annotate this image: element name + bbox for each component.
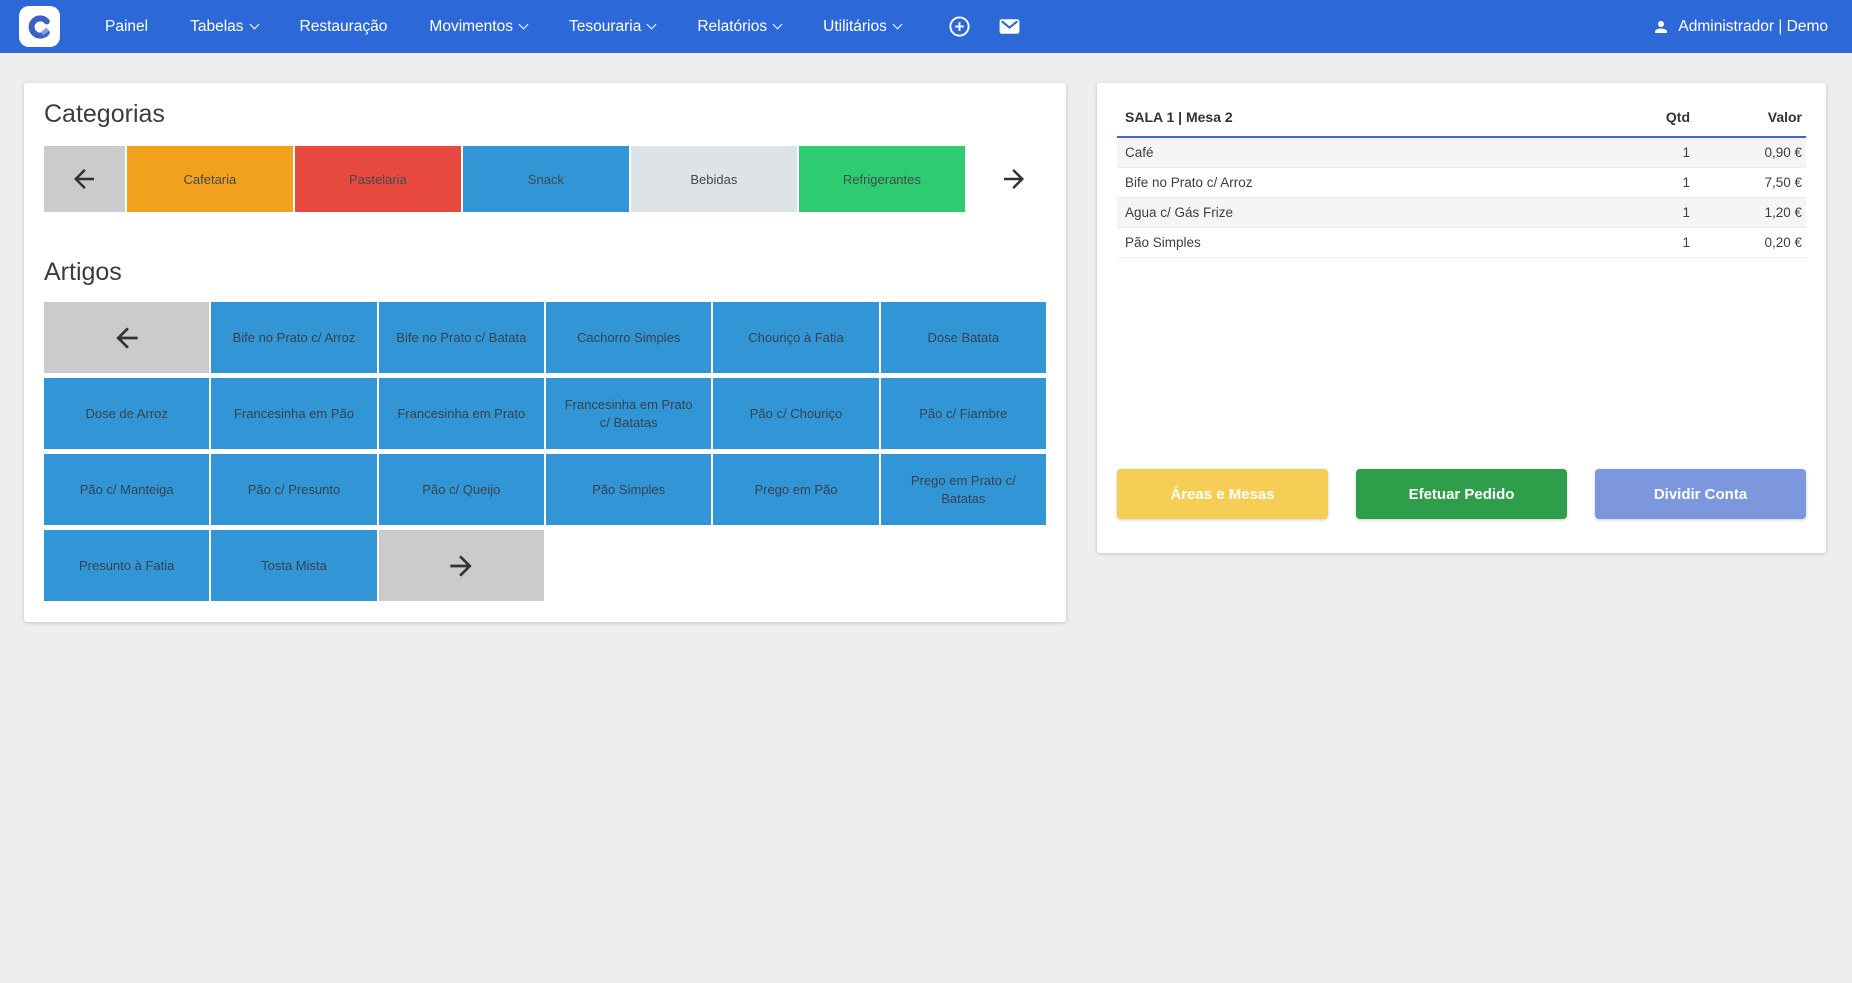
user-label: Administrador | Demo: [1678, 18, 1828, 36]
arrow-right-icon: [999, 164, 1029, 194]
nav-item-label: Restauração: [300, 18, 388, 36]
mail-icon: [997, 14, 1022, 39]
arrow-right-icon: [445, 550, 477, 582]
chevron-down-icon: [647, 20, 657, 30]
areas-e-mesas-button[interactable]: Áreas e Mesas: [1117, 469, 1328, 519]
order-row[interactable]: Café10,90 €: [1117, 138, 1806, 168]
g-logo-icon: [25, 12, 55, 42]
order-row[interactable]: Pão Simples10,20 €: [1117, 228, 1806, 258]
chevron-down-icon: [519, 20, 529, 30]
nav-item-tesouraria[interactable]: Tesouraria: [548, 0, 676, 53]
mail-button[interactable]: [997, 14, 1022, 39]
categories-title: Categorias: [44, 100, 1046, 129]
nav-item-painel[interactable]: Painel: [84, 0, 169, 53]
qty-column-header: Qtd: [1598, 109, 1690, 125]
order-row[interactable]: Agua c/ Gás Frize11,20 €: [1117, 198, 1806, 228]
articles-prev-button[interactable]: [44, 302, 209, 373]
chevron-down-icon: [773, 20, 783, 30]
nav-item-label: Painel: [105, 18, 148, 36]
navbar: Painel Tabelas Restauração Movimentos Tesour…: [0, 0, 1852, 53]
order-item-qty: 1: [1598, 145, 1690, 160]
article-button-pao-c-queijo[interactable]: Pão c/ Queijo: [379, 454, 544, 525]
nav-item-tabelas[interactable]: Tabelas: [169, 0, 278, 53]
order-table-title: SALA 1 | Mesa 2: [1125, 109, 1598, 125]
order-row[interactable]: Bife no Prato c/ Arroz17,50 €: [1117, 168, 1806, 198]
category-button-cafetaria[interactable]: Cafetaria: [127, 146, 293, 212]
categories-prev-button[interactable]: [44, 146, 125, 212]
article-button-prego-em-pao[interactable]: Prego em Pão: [713, 454, 878, 525]
category-buttons: CafetariaPastelariaSnackBebidasRefrigera…: [127, 146, 965, 212]
order-item-value: 0,20 €: [1690, 235, 1802, 250]
articles-next-button[interactable]: [379, 530, 544, 601]
category-button-bebidas[interactable]: Bebidas: [631, 146, 797, 212]
user-menu[interactable]: Administrador | Demo: [1652, 18, 1828, 36]
nav-item-label: Utilitários: [823, 18, 887, 36]
article-button-francesinha-em-prato-c-batatas[interactable]: Francesinha em Prato c/ Batatas: [546, 378, 711, 449]
order-table-header: SALA 1 | Mesa 2 Qtd Valor: [1117, 103, 1806, 138]
article-button-bife-no-prato-c-arroz[interactable]: Bife no Prato c/ Arroz: [211, 302, 376, 373]
dividir-conta-button[interactable]: Dividir Conta: [1595, 469, 1806, 519]
article-button-pao-simples[interactable]: Pão Simples: [546, 454, 711, 525]
article-button-francesinha-em-prato[interactable]: Francesinha em Prato: [379, 378, 544, 449]
order-item-value: 7,50 €: [1690, 175, 1802, 190]
category-button-refrigerantes[interactable]: Refrigerantes: [799, 146, 965, 212]
categories-row: CafetariaPastelariaSnackBebidasRefrigera…: [44, 146, 1046, 212]
nav-item-movimentos[interactable]: Movimentos: [408, 0, 548, 53]
value-column-header: Valor: [1690, 109, 1802, 125]
order-item-qty: 1: [1598, 205, 1690, 220]
article-button-bife-no-prato-c-batata[interactable]: Bife no Prato c/ Batata: [379, 302, 544, 373]
arrow-left-icon: [111, 322, 143, 354]
order-actions: Áreas e Mesas Efetuar Pedido Dividir Conta: [1117, 469, 1806, 519]
article-button-pao-c-manteiga[interactable]: Pão c/ Manteiga: [44, 454, 209, 525]
article-button-tosta-mista[interactable]: Tosta Mista: [211, 530, 376, 601]
article-button-dose-de-arroz[interactable]: Dose de Arroz: [44, 378, 209, 449]
nav-item-label: Tabelas: [190, 18, 243, 36]
add-circle-icon: [948, 15, 971, 38]
chevron-down-icon: [249, 20, 259, 30]
chevron-down-icon: [892, 20, 902, 30]
article-button-cachorro-simples[interactable]: Cachorro Simples: [546, 302, 711, 373]
order-panel: SALA 1 | Mesa 2 Qtd Valor Café10,90 €Bif…: [1097, 83, 1826, 553]
article-button-francesinha-em-pao[interactable]: Francesinha em Pão: [211, 378, 376, 449]
articles-title: Artigos: [44, 258, 1046, 287]
article-button-pao-c-fiambre[interactable]: Pão c/ Fiambre: [881, 378, 1046, 449]
order-item-name: Pão Simples: [1125, 235, 1598, 250]
order-item-value: 1,20 €: [1690, 205, 1802, 220]
order-item-qty: 1: [1598, 235, 1690, 250]
article-button-pao-c-chourico[interactable]: Pão c/ Chouriço: [713, 378, 878, 449]
nav-menu: Painel Tabelas Restauração Movimentos Tesour…: [84, 0, 922, 53]
efetuar-pedido-button[interactable]: Efetuar Pedido: [1356, 469, 1567, 519]
category-button-snack[interactable]: Snack: [463, 146, 629, 212]
order-item-name: Café: [1125, 145, 1598, 160]
order-item-value: 0,90 €: [1690, 145, 1802, 160]
article-button-chourico-a-fatia[interactable]: Chouriço à Fatia: [713, 302, 878, 373]
arrow-left-icon: [69, 164, 99, 194]
category-button-pastelaria[interactable]: Pastelaria: [295, 146, 461, 212]
order-item-qty: 1: [1598, 175, 1690, 190]
nav-item-utilitarios[interactable]: Utilitários: [802, 0, 922, 53]
categories-next-button[interactable]: [983, 146, 1046, 212]
main-content: Categorias CafetariaPastelariaSnackBebid…: [0, 53, 1852, 622]
order-rows: Café10,90 €Bife no Prato c/ Arroz17,50 €…: [1117, 138, 1806, 258]
nav-item-label: Relatórios: [697, 18, 767, 36]
nav-item-label: Tesouraria: [569, 18, 641, 36]
nav-item-label: Movimentos: [429, 18, 513, 36]
article-button-pao-c-presunto[interactable]: Pão c/ Presunto: [211, 454, 376, 525]
article-button-prego-em-prato-c-batatas[interactable]: Prego em Prato c/ Batatas: [881, 454, 1046, 525]
nav-item-restauracao[interactable]: Restauração: [279, 0, 409, 53]
nav-item-relatorios[interactable]: Relatórios: [676, 0, 802, 53]
order-item-name: Agua c/ Gás Frize: [1125, 205, 1598, 220]
person-icon: [1652, 18, 1670, 36]
add-circle-button[interactable]: [948, 15, 971, 38]
brand-logo[interactable]: [19, 6, 60, 47]
order-item-name: Bife no Prato c/ Arroz: [1125, 175, 1598, 190]
articles-grid: Bife no Prato c/ ArrozBife no Prato c/ B…: [44, 302, 1046, 601]
catalog-panel: Categorias CafetariaPastelariaSnackBebid…: [24, 83, 1066, 622]
article-button-dose-batata[interactable]: Dose Batata: [881, 302, 1046, 373]
article-button-presunto-a-fatia[interactable]: Presunto à Fatia: [44, 530, 209, 601]
